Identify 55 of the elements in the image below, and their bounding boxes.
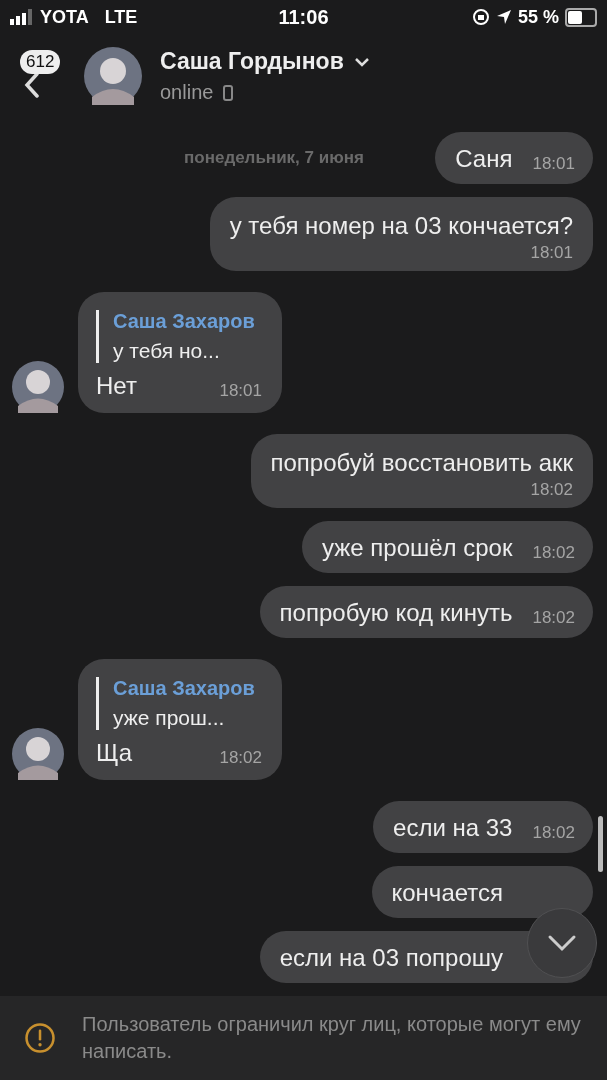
- message-text: уже прошёл срок: [321, 533, 513, 563]
- avatar-icon[interactable]: [84, 47, 142, 105]
- message-bubble[interactable]: у тебя номер на 03 кончается? 18:01: [209, 197, 593, 271]
- rotation-lock-icon: [471, 8, 490, 26]
- message-text: кончается: [391, 878, 503, 908]
- dropdown-caret-icon[interactable]: [353, 56, 370, 67]
- signal-icon: [10, 9, 34, 25]
- message-bubble[interactable]: Саша Захаров уже прош... Ща 18:02: [78, 659, 282, 780]
- message-text: попробую код кинуть: [279, 598, 513, 628]
- message-bubble[interactable]: попробуй восстановить акк 18:02: [250, 434, 593, 508]
- message-time: 18:02: [530, 480, 573, 500]
- phone-icon: [223, 84, 234, 101]
- message-text: у тебя номер на 03 кончается?: [229, 211, 573, 241]
- reply-text: уже прош...: [113, 706, 226, 730]
- message-bubble[interactable]: попробую код кинуть 18:02: [259, 586, 593, 638]
- carrier-name: YOTA: [40, 6, 89, 28]
- avatar-icon[interactable]: [12, 728, 64, 780]
- message-bubble[interactable]: Саша Захаров у тебя но... Нет 18:01: [78, 292, 282, 413]
- network-type: LTE: [104, 6, 138, 28]
- online-status: online: [160, 81, 214, 104]
- unread-count: 612: [20, 50, 61, 74]
- message-time: 18:01: [532, 154, 575, 174]
- reply-text: у тебя но...: [113, 339, 221, 363]
- message-time: 18:02: [532, 543, 575, 563]
- message-text: если на 33: [393, 813, 513, 843]
- reply-quote[interactable]: Саша Захаров у тебя но...: [96, 310, 262, 363]
- message-text: Нет: [96, 371, 137, 401]
- contact-name[interactable]: Саша Гордынов: [160, 48, 344, 75]
- clock: 11:06: [278, 5, 329, 29]
- notice-text: Пользователь ограничил круг лиц, которые могут ему написать.: [82, 1012, 582, 1064]
- message-text: если на 03 попрошу: [279, 943, 503, 973]
- message-time: 18:02: [532, 823, 575, 843]
- reply-quote[interactable]: Саша Захаров уже прош...: [96, 677, 262, 730]
- battery-icon: [565, 7, 597, 27]
- back-chevron-icon: [24, 72, 40, 98]
- message-text: Саня: [455, 144, 513, 174]
- message-text: попробуй восстановить акк: [270, 448, 573, 478]
- scroll-indicator: [598, 816, 603, 872]
- message-bubble[interactable]: уже прошёл срок 18:02: [301, 521, 593, 573]
- location-icon: [495, 9, 512, 25]
- reply-author: Саша Захаров: [113, 677, 256, 700]
- message-bubble[interactable]: если на 33 18:02: [373, 801, 593, 853]
- battery-percent: 55 %: [517, 6, 559, 28]
- message-time: 18:02: [532, 608, 575, 628]
- message-bubble[interactable]: кончается: [371, 866, 593, 918]
- avatar-icon[interactable]: [12, 361, 64, 413]
- message-time: 18:01: [530, 243, 573, 263]
- message-text: Ща: [96, 738, 133, 768]
- message-bubble[interactable]: Саня 18:01: [435, 132, 593, 184]
- chevron-down-icon: [547, 934, 577, 952]
- back-button[interactable]: 612: [10, 46, 72, 106]
- message-time: 18:02: [219, 748, 262, 768]
- reply-author: Саша Захаров: [113, 310, 256, 333]
- message-time: 18:01: [219, 381, 262, 401]
- date-label: понедельник, 7 июня: [184, 148, 364, 168]
